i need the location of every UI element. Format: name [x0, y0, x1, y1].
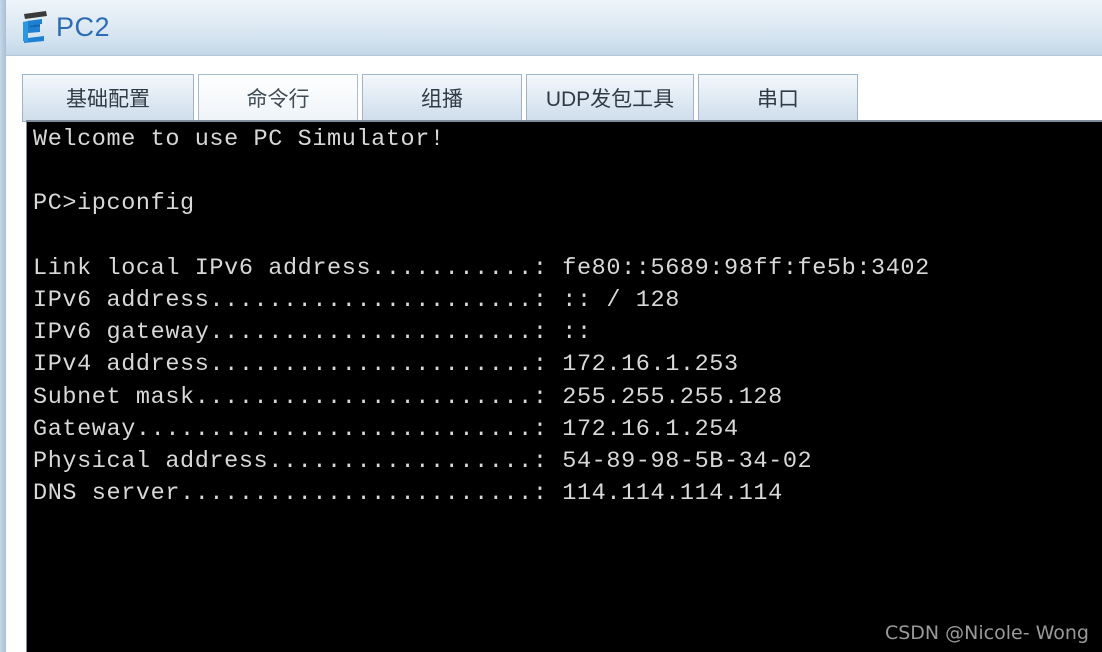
tab-bar: 基础配置 命令行 组播 UDP发包工具 串口 [22, 74, 862, 122]
title-bar: PC2 [6, 0, 1102, 56]
terminal-output: Welcome to use PC Simulator! PC>ipconfig… [33, 126, 930, 508]
window-body: 基础配置 命令行 组播 UDP发包工具 串口 Welcome to use PC… [6, 56, 1102, 652]
tab-command-line[interactable]: 命令行 [198, 74, 358, 122]
tab-basic-config[interactable]: 基础配置 [22, 74, 194, 122]
tab-multicast[interactable]: 组播 [362, 74, 522, 122]
watermark-text: CSDN @Nicole- Wong [884, 622, 1089, 644]
pc-terminal-icon [18, 8, 52, 46]
pc-simulator-window: PC2 基础配置 命令行 组播 UDP发包工具 串口 Welcome to us… [0, 0, 1102, 652]
tab-command-line-label: 命令行 [246, 88, 310, 111]
tab-multicast-label: 组播 [421, 88, 463, 111]
tab-basic-config-label: 基础配置 [66, 88, 150, 111]
terminal-console[interactable]: Welcome to use PC Simulator! PC>ipconfig… [27, 122, 1102, 652]
terminal-panel[interactable]: Welcome to use PC Simulator! PC>ipconfig… [26, 120, 1102, 652]
tab-udp-sender[interactable]: UDP发包工具 [526, 74, 694, 122]
tab-serial-port[interactable]: 串口 [698, 74, 858, 122]
window-title: PC2 [56, 12, 111, 42]
tab-udp-sender-label: UDP发包工具 [545, 88, 675, 111]
tab-serial-port-label: 串口 [757, 88, 799, 111]
